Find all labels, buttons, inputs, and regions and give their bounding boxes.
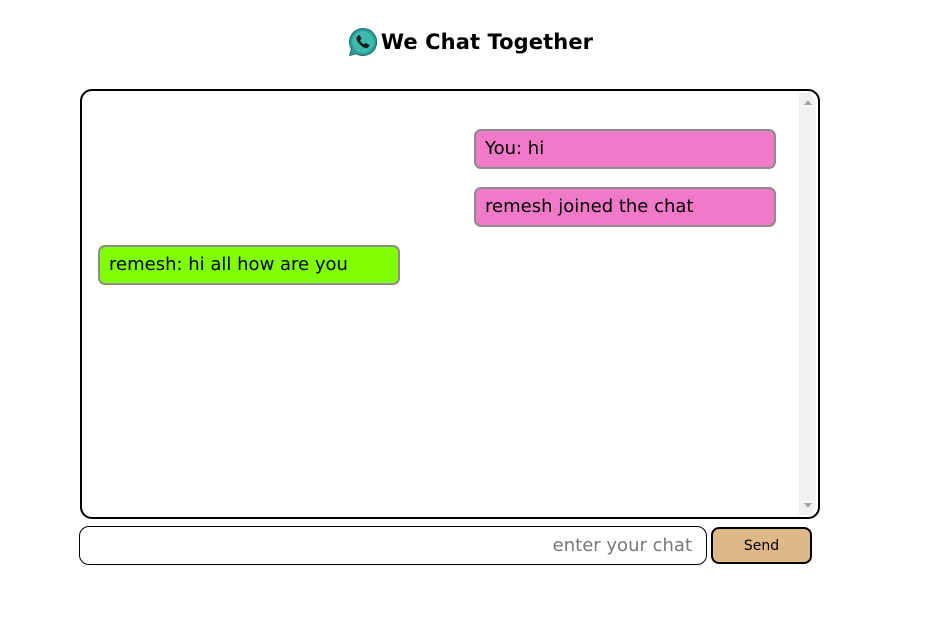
chat-input[interactable]: [80, 527, 706, 564]
scroll-up-icon[interactable]: [804, 100, 812, 105]
scroll-down-icon[interactable]: [804, 503, 812, 508]
send-button[interactable]: Send: [711, 527, 812, 564]
chat-scrollbar[interactable]: [799, 93, 816, 515]
app-header: We Chat Together: [0, 24, 940, 60]
chat-window[interactable]: You: hi remesh joined the chat remesh: h…: [80, 89, 820, 519]
chat-message-system: remesh joined the chat: [474, 187, 776, 227]
whatsapp-icon: [348, 27, 377, 57]
chat-message-sent: You: hi: [474, 129, 776, 169]
chat-message-received: remesh: hi all how are you: [98, 245, 400, 285]
chat-input-wrapper: [79, 526, 707, 565]
page-title: We Chat Together: [380, 30, 594, 54]
